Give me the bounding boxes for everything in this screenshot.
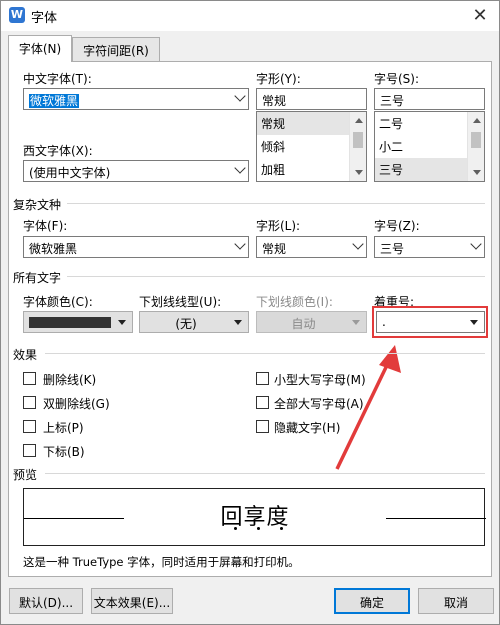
tab-character-spacing[interactable]: 字符间距(R) bbox=[72, 37, 160, 61]
style-listbox[interactable]: 常规 倾斜 加粗 bbox=[256, 111, 367, 182]
small-caps-label: 小型大写字母(M) bbox=[274, 373, 366, 387]
chevron-down-icon bbox=[234, 238, 246, 250]
underline-color-combo: 自动 bbox=[256, 311, 367, 333]
underline-type-combo[interactable]: (无) bbox=[139, 311, 249, 333]
hidden-text-label: 隐藏文字(H) bbox=[274, 421, 341, 435]
chevron-down-icon bbox=[470, 238, 482, 250]
dropdown-arrow-icon bbox=[118, 320, 126, 325]
wps-app-icon: W bbox=[9, 7, 25, 23]
chevron-down-icon bbox=[234, 90, 246, 102]
underline-type-value: (无) bbox=[175, 317, 197, 331]
chinese-font-combo[interactable]: 微软雅黑 bbox=[23, 88, 249, 110]
complex-font-label: 字体(F): bbox=[23, 219, 68, 233]
western-font-label: 西文字体(X): bbox=[23, 144, 93, 158]
hidden-text-checkbox[interactable] bbox=[256, 420, 269, 433]
cancel-button[interactable]: 取消 bbox=[418, 588, 494, 614]
complex-style-label: 字形(L): bbox=[256, 219, 301, 233]
superscript-checkbox[interactable] bbox=[23, 420, 36, 433]
ok-button[interactable]: 确定 bbox=[334, 588, 410, 614]
font-color-swatch bbox=[29, 317, 111, 328]
complex-size-value: 三号 bbox=[380, 242, 405, 256]
size-value: 三号 bbox=[380, 94, 405, 108]
strikethrough-label: 删除线(K) bbox=[43, 373, 97, 387]
emphasis-dot bbox=[280, 527, 283, 530]
text-effects-button[interactable]: 文本效果(E)... bbox=[91, 588, 173, 614]
strikethrough-checkbox[interactable] bbox=[23, 372, 36, 385]
section-divider bbox=[45, 353, 485, 354]
scroll-up-icon[interactable] bbox=[473, 118, 481, 123]
scrollbar[interactable] bbox=[349, 112, 366, 181]
underline-color-label: 下划线颜色(I): bbox=[256, 295, 333, 309]
western-font-combo[interactable]: (使用中文字体) bbox=[23, 160, 249, 182]
default-button[interactable]: 默认(D)... bbox=[9, 588, 83, 614]
double-strikethrough-checkbox[interactable] bbox=[23, 396, 36, 409]
superscript-label: 上标(P) bbox=[43, 421, 84, 435]
scroll-down-icon[interactable] bbox=[355, 170, 363, 175]
scrollbar[interactable] bbox=[467, 112, 484, 181]
scroll-thumb[interactable] bbox=[471, 132, 481, 148]
underline-color-value: 自动 bbox=[291, 317, 316, 331]
scroll-up-icon[interactable] bbox=[355, 118, 363, 123]
all-caps-checkbox[interactable] bbox=[256, 396, 269, 409]
underline-type-label: 下划线线型(U): bbox=[139, 295, 222, 309]
style-label: 字形(Y): bbox=[256, 72, 301, 86]
section-divider bbox=[67, 276, 485, 277]
chinese-font-value: 微软雅黑 bbox=[29, 94, 80, 108]
section-title-effects: 效果 bbox=[13, 348, 38, 362]
size-listbox[interactable]: 二号 小二 三号 bbox=[374, 111, 485, 182]
tab-font[interactable]: 字体(N) bbox=[8, 35, 72, 62]
section-title-preview: 预览 bbox=[13, 468, 38, 482]
chinese-font-label: 中文字体(T): bbox=[23, 72, 92, 86]
double-strikethrough-label: 双删除线(G) bbox=[43, 397, 110, 411]
close-icon[interactable]: ✕ bbox=[465, 3, 495, 29]
small-caps-checkbox[interactable] bbox=[256, 372, 269, 385]
chevron-down-icon bbox=[352, 238, 364, 250]
font-color-label: 字体颜色(C): bbox=[23, 295, 93, 309]
complex-style-value: 常规 bbox=[262, 242, 287, 256]
dropdown-arrow-icon bbox=[352, 320, 360, 325]
subscript-checkbox[interactable] bbox=[23, 444, 36, 457]
size-label: 字号(S): bbox=[374, 72, 420, 86]
preview-box: 回享度 bbox=[23, 488, 486, 546]
section-divider bbox=[45, 473, 485, 474]
complex-style-combo[interactable]: 常规 bbox=[256, 236, 367, 258]
window-title: 字体 bbox=[31, 11, 58, 26]
complex-font-combo[interactable]: 微软雅黑 bbox=[23, 236, 249, 258]
all-caps-label: 全部大写字母(A) bbox=[274, 397, 364, 411]
scroll-down-icon[interactable] bbox=[473, 170, 481, 175]
section-title-all-text: 所有文字 bbox=[13, 271, 62, 285]
section-title-complex: 复杂文种 bbox=[13, 198, 62, 212]
section-divider bbox=[67, 203, 485, 204]
font-color-picker[interactable] bbox=[23, 311, 133, 333]
preview-text: 回享度 bbox=[220, 505, 290, 530]
western-font-value: (使用中文字体) bbox=[29, 166, 111, 180]
dropdown-arrow-icon bbox=[234, 320, 242, 325]
complex-font-value: 微软雅黑 bbox=[29, 242, 78, 256]
chevron-down-icon bbox=[234, 162, 246, 174]
style-input[interactable]: 常规 bbox=[256, 88, 367, 110]
title-bar[interactable]: W 字体 ✕ bbox=[1, 1, 499, 31]
style-value: 常规 bbox=[262, 94, 287, 108]
emphasis-dot bbox=[257, 527, 260, 530]
font-dialog: W 字体 ✕ 字体(N) 字符间距(R) 中文字体(T): 微软雅黑 字形(Y)… bbox=[0, 0, 500, 625]
subscript-label: 下标(B) bbox=[43, 445, 85, 459]
emphasis-dot bbox=[234, 527, 237, 530]
complex-size-label: 字号(Z): bbox=[374, 219, 420, 233]
size-input[interactable]: 三号 bbox=[374, 88, 485, 110]
complex-size-combo[interactable]: 三号 bbox=[374, 236, 485, 258]
scroll-thumb[interactable] bbox=[353, 132, 363, 148]
highlight-annotation-box bbox=[372, 306, 488, 338]
font-type-note: 这是一种 TrueType 字体，同时适用于屏幕和打印机。 bbox=[23, 555, 300, 569]
